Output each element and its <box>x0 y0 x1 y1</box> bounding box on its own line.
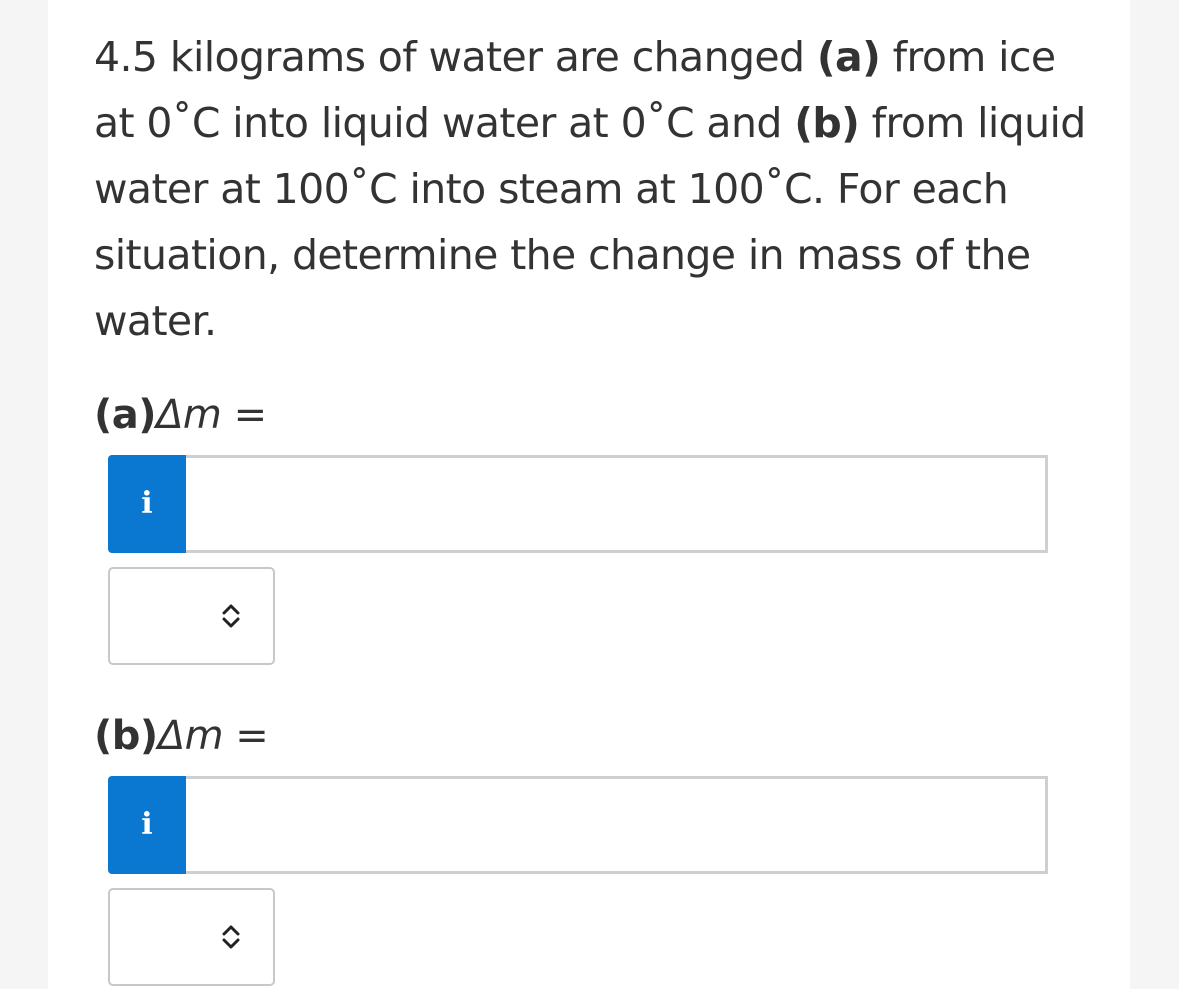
part-b-info-button[interactable]: i <box>108 776 186 874</box>
question-text: 4.5 kilograms of water are changed (a) f… <box>94 24 1094 354</box>
part-b-label: (b)Δm = <box>94 713 269 759</box>
part-b-marker: (b) <box>794 99 860 147</box>
chevron-up-down-icon <box>222 604 240 628</box>
part-a-marker: (a) <box>816 33 881 81</box>
info-icon: i <box>141 807 153 842</box>
info-icon: i <box>141 486 153 521</box>
part-a-unit-select[interactable] <box>108 567 275 665</box>
part-b-paren-label: (b) <box>94 713 158 759</box>
part-b-symbol: Δm <box>157 713 224 759</box>
part-b-answer-input[interactable] <box>186 776 1048 874</box>
chevron-up-down-icon <box>222 925 240 949</box>
part-a-symbol: Δm <box>156 392 222 438</box>
part-b-equals: = <box>223 713 269 759</box>
part-a-equals: = <box>221 392 268 438</box>
part-a-info-button[interactable]: i <box>108 455 186 553</box>
part-a-answer-input[interactable] <box>186 455 1048 553</box>
part-a-label: (a)Δm = <box>94 392 267 438</box>
question-text-intro: 4.5 kilograms of water are changed <box>94 33 817 81</box>
part-a-paren-label: (a) <box>94 392 157 438</box>
question-panel: 4.5 kilograms of water are changed (a) f… <box>48 0 1130 989</box>
part-b-unit-select[interactable] <box>108 888 275 986</box>
